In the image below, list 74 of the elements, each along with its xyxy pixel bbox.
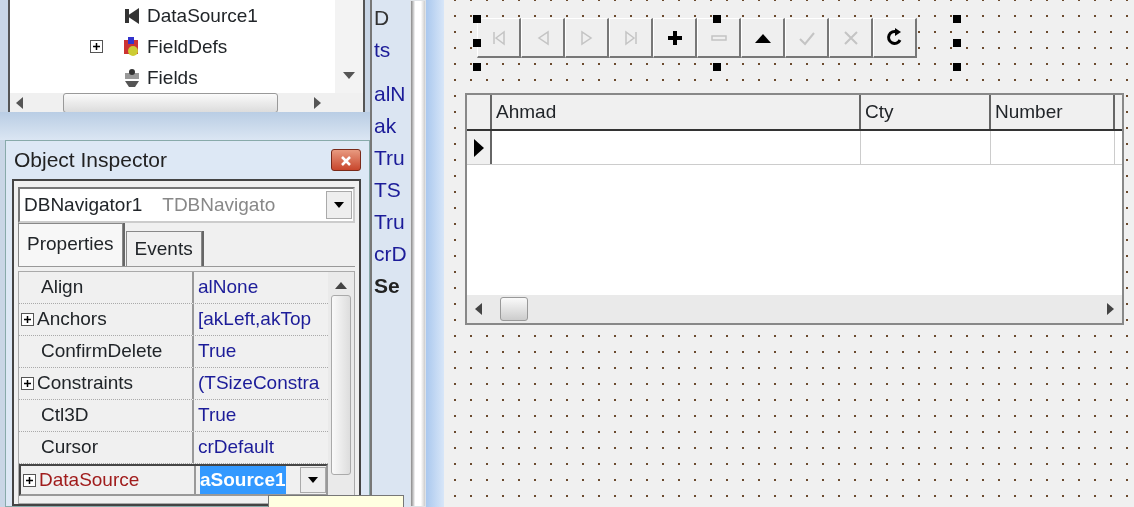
selection-handle[interactable] <box>953 39 961 47</box>
property-name: ConfirmDelete <box>41 339 163 364</box>
text-fragment: alN <box>373 81 407 107</box>
property-name: Align <box>41 275 84 300</box>
property-value: crDefault <box>198 435 275 460</box>
selection-handle[interactable] <box>713 15 721 23</box>
navigator-button[interactable] <box>653 18 697 58</box>
scroll-right-icon[interactable] <box>314 97 321 109</box>
property-row[interactable]: Anchors [akLeft,akTop <box>19 304 328 336</box>
property-name: DataSource <box>39 467 140 492</box>
selection-handle[interactable] <box>473 15 481 23</box>
property-name: Ctl3D <box>41 403 89 428</box>
tab[interactable]: Properties <box>18 222 123 266</box>
expand-icon[interactable] <box>21 313 34 326</box>
scroll-left-icon[interactable] <box>475 303 482 315</box>
close-button[interactable] <box>331 149 361 171</box>
text-fragment: crD <box>373 241 408 267</box>
text-fragment: TS <box>373 177 402 203</box>
component-name: DBNavigator1 <box>24 192 143 217</box>
property-row[interactable]: Constraints (TSizeConstra <box>19 368 328 400</box>
selection-handle[interactable] <box>953 15 961 23</box>
text-fragment: Tru <box>373 145 406 171</box>
property-value: [akLeft,akTop <box>198 307 312 332</box>
scroll-down-icon[interactable] <box>343 72 355 79</box>
minus-icon <box>710 34 727 41</box>
expand-icon[interactable] <box>23 473 36 487</box>
navigator-button[interactable] <box>873 18 917 58</box>
property-value: True <box>198 339 237 364</box>
expand-icon[interactable] <box>21 377 34 390</box>
splitter[interactable] <box>410 0 426 507</box>
text-fragment: D <box>373 5 391 31</box>
selection-handle[interactable] <box>473 39 481 47</box>
text-fragment: ts <box>373 37 392 63</box>
property-value: alNone <box>198 275 259 300</box>
property-name: Constraints <box>37 371 134 396</box>
close-icon <box>341 156 351 167</box>
tree-item[interactable]: Fields <box>147 68 198 87</box>
tree-row[interactable]: DataSource1 <box>90 0 335 31</box>
caret-icon <box>334 202 344 208</box>
window-title: Object Inspector <box>14 147 167 174</box>
scroll-thumb[interactable] <box>331 295 351 475</box>
scroll-right-icon[interactable] <box>1107 303 1114 315</box>
text-fragment: ak <box>373 113 398 139</box>
tree-item[interactable]: DataSource1 <box>147 6 258 25</box>
tree-row[interactable]: Fields <box>90 62 335 93</box>
property-value: True <box>198 403 237 428</box>
column-header[interactable]: Number <box>991 95 1115 129</box>
navigator-button[interactable] <box>477 18 521 58</box>
column-header[interactable]: Ahmad <box>492 95 861 129</box>
component-dropdown[interactable]: DBNavigator1 TDBNavigato <box>18 187 355 223</box>
property-name: Anchors <box>37 307 107 332</box>
scroll-left-icon[interactable] <box>16 97 23 109</box>
tab[interactable]: Events <box>125 230 202 266</box>
navigator-button[interactable] <box>741 18 785 58</box>
property-row[interactable]: DataSource aSource1 <box>19 464 328 496</box>
column-header[interactable]: Cty <box>861 95 991 129</box>
tree-row[interactable]: FieldDefs <box>90 31 335 62</box>
scroll-up-icon[interactable] <box>335 282 347 289</box>
selection-handle[interactable] <box>713 63 721 71</box>
selection-handle[interactable] <box>473 63 481 71</box>
text-fragment: Tru <box>373 209 406 235</box>
tree-item[interactable]: FieldDefs <box>147 37 228 56</box>
component-class: TDBNavigato <box>162 192 277 217</box>
navigator-button[interactable] <box>697 18 741 58</box>
current-row-icon <box>472 137 485 158</box>
caret-icon <box>308 477 318 483</box>
dropdown-button[interactable] <box>300 467 326 493</box>
scroll-thumb[interactable] <box>63 93 278 113</box>
selection-handle[interactable] <box>953 63 961 71</box>
scroll-thumb[interactable] <box>500 297 528 321</box>
property-name: Cursor <box>41 435 98 460</box>
expand-icon[interactable] <box>90 40 103 53</box>
property-value: (TSizeConstra <box>198 371 320 396</box>
text-fragment: Se <box>373 273 401 299</box>
